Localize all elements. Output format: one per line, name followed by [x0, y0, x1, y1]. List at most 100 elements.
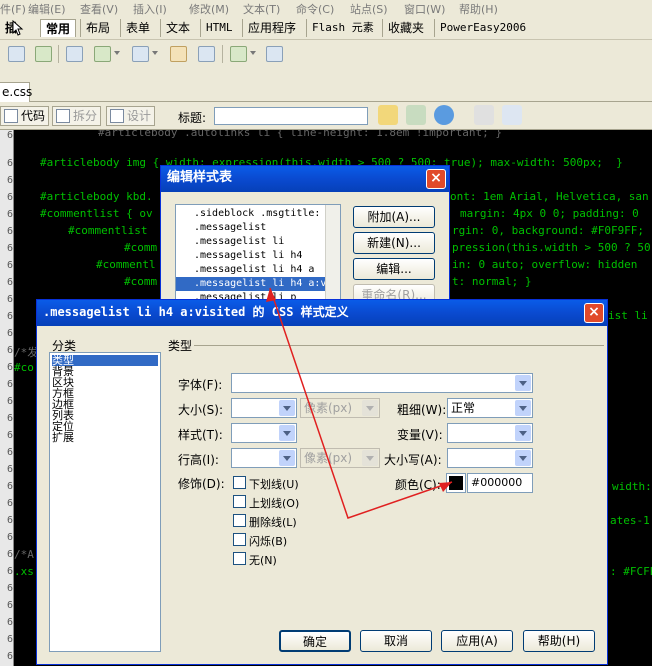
tab-application[interactable]: 应用程序 [242, 19, 301, 37]
color-label: 颜色(C): [395, 478, 441, 492]
variant-label: 变量(V): [397, 428, 443, 442]
menu-file[interactable]: 件(F) [0, 1, 26, 17]
menu-window[interactable]: 窗口(W) [404, 1, 445, 17]
line-number: 6 [6, 566, 13, 577]
overline-checkbox[interactable] [233, 495, 246, 508]
category-item-extensions[interactable]: 扩展 [52, 432, 158, 443]
image-icon[interactable] [94, 46, 111, 62]
help-button[interactable]: 帮助(H) [523, 630, 595, 652]
underline-checkbox[interactable] [233, 476, 246, 489]
refresh-icon[interactable] [474, 105, 494, 125]
split-view-button[interactable]: 拆分 [52, 106, 102, 126]
menu-edit[interactable]: 编辑(E) [28, 1, 66, 17]
section-divider [194, 345, 604, 346]
table-icon[interactable] [66, 46, 83, 62]
attach-button[interactable]: 附加(A)... [353, 206, 435, 228]
code-line: ont: 1em Arial, Helvetica, san [450, 190, 649, 203]
list-item[interactable]: .sideblock .msgtitle: [176, 207, 326, 221]
category-list[interactable]: 类型 背景 区块 方框 边框 列表 定位 扩展 [49, 352, 161, 652]
code-view-button[interactable]: 代码 [0, 106, 50, 126]
line-number: 6 [6, 226, 13, 237]
code-line: margin: 4px 0 0; padding: 0 [460, 207, 639, 220]
line-number: 6 [6, 464, 13, 475]
line-height-select[interactable] [231, 448, 297, 468]
line-height-unit-select[interactable]: 像素(px) [300, 448, 380, 468]
line-through-checkbox[interactable] [233, 514, 246, 527]
preview-globe-icon[interactable] [434, 105, 454, 125]
view-options-icon[interactable] [502, 105, 522, 125]
design-view-button[interactable]: 设计 [106, 106, 156, 126]
case-select[interactable] [447, 448, 533, 468]
tab-form[interactable]: 表单 [120, 19, 155, 37]
menu-site[interactable]: 站点(S) [350, 1, 388, 17]
size-select[interactable] [231, 398, 297, 418]
template-icon[interactable] [230, 46, 247, 62]
size-unit-select[interactable]: 像素(px) [300, 398, 380, 418]
color-swatch[interactable] [446, 473, 466, 493]
list-scrollbar[interactable] [325, 205, 340, 303]
menu-insert[interactable]: 插入(I) [133, 1, 167, 17]
line-number: 6 [6, 447, 13, 458]
close-icon[interactable]: × [584, 303, 604, 323]
style-rule-list[interactable]: .sideblock .msgtitle: .messagelist .mess… [175, 204, 341, 304]
variant-select[interactable] [447, 423, 533, 443]
tab-common[interactable]: 常用 [40, 19, 77, 37]
blink-checkbox[interactable] [233, 533, 246, 546]
dialog-title: .messagelist li h4 a:visited 的 CSS 样式定义 [37, 300, 607, 326]
close-icon[interactable]: × [426, 169, 446, 189]
named-anchor-icon[interactable] [35, 46, 52, 62]
code-view-icon [4, 109, 18, 123]
code-line: #comm [124, 241, 158, 254]
chevron-down-icon [515, 375, 531, 391]
ok-button[interactable]: 确定 [279, 630, 351, 652]
menu-view[interactable]: 查看(V) [80, 1, 118, 17]
chevron-down-icon[interactable] [114, 51, 120, 55]
line-number: 6 [6, 396, 13, 407]
menu-modify[interactable]: 修改(M) [189, 1, 229, 17]
code-line: #commentlist [68, 224, 148, 237]
list-item-selected[interactable]: .messagelist li h4 a:v [176, 277, 326, 291]
date-icon[interactable] [170, 46, 187, 62]
list-item[interactable]: .messagelist li h4 [176, 249, 326, 263]
page-title-input[interactable] [214, 107, 368, 125]
line-number: 6 [6, 362, 13, 373]
line-number: 6 [6, 311, 13, 322]
tab-powereasy[interactable]: PowerEasy2006 [434, 19, 531, 37]
tab-text[interactable]: 文本 [160, 19, 195, 37]
chevron-down-icon [362, 450, 378, 466]
tab-html[interactable]: HTML [200, 19, 238, 37]
color-input[interactable]: #000000 [467, 473, 533, 493]
edit-button[interactable]: 编辑... [353, 258, 435, 280]
mouse-cursor-icon [12, 20, 24, 36]
new-button[interactable]: 新建(N)... [353, 232, 435, 254]
code-line: : #FCFE [610, 565, 652, 578]
media-icon[interactable] [132, 46, 149, 62]
menu-command[interactable]: 命令(C) [296, 1, 334, 17]
list-item[interactable]: .messagelist li [176, 235, 326, 249]
document-tab[interactable]: e.css [0, 82, 32, 102]
menu-help[interactable]: 帮助(H) [459, 1, 498, 17]
check-browser-icon[interactable] [406, 105, 426, 125]
email-link-icon[interactable] [8, 46, 25, 62]
tab-flash[interactable]: Flash 元素 [306, 19, 379, 37]
code-line: ist li [608, 309, 648, 322]
tab-layout[interactable]: 布局 [80, 19, 115, 37]
chevron-down-icon [515, 400, 531, 416]
chevron-down-icon[interactable] [152, 51, 158, 55]
style-select[interactable] [231, 423, 297, 443]
cancel-button[interactable]: 取消 [360, 630, 432, 652]
chevron-down-icon [515, 450, 531, 466]
menu-text[interactable]: 文本(T) [243, 1, 280, 17]
font-select[interactable] [231, 373, 533, 393]
file-management-icon[interactable] [378, 105, 398, 125]
list-item[interactable]: .messagelist [176, 221, 326, 235]
weight-select[interactable]: 正常 [447, 398, 533, 418]
chevron-down-icon[interactable] [250, 51, 256, 55]
apply-button[interactable]: 应用(A) [441, 630, 513, 652]
underline-label: 下划线(U) [249, 478, 299, 491]
tag-chooser-icon[interactable] [266, 46, 283, 62]
server-include-icon[interactable] [198, 46, 215, 62]
tab-favorites[interactable]: 收藏夹 [382, 19, 429, 37]
list-item[interactable]: .messagelist li h4 a [176, 263, 326, 277]
none-checkbox[interactable] [233, 552, 246, 565]
